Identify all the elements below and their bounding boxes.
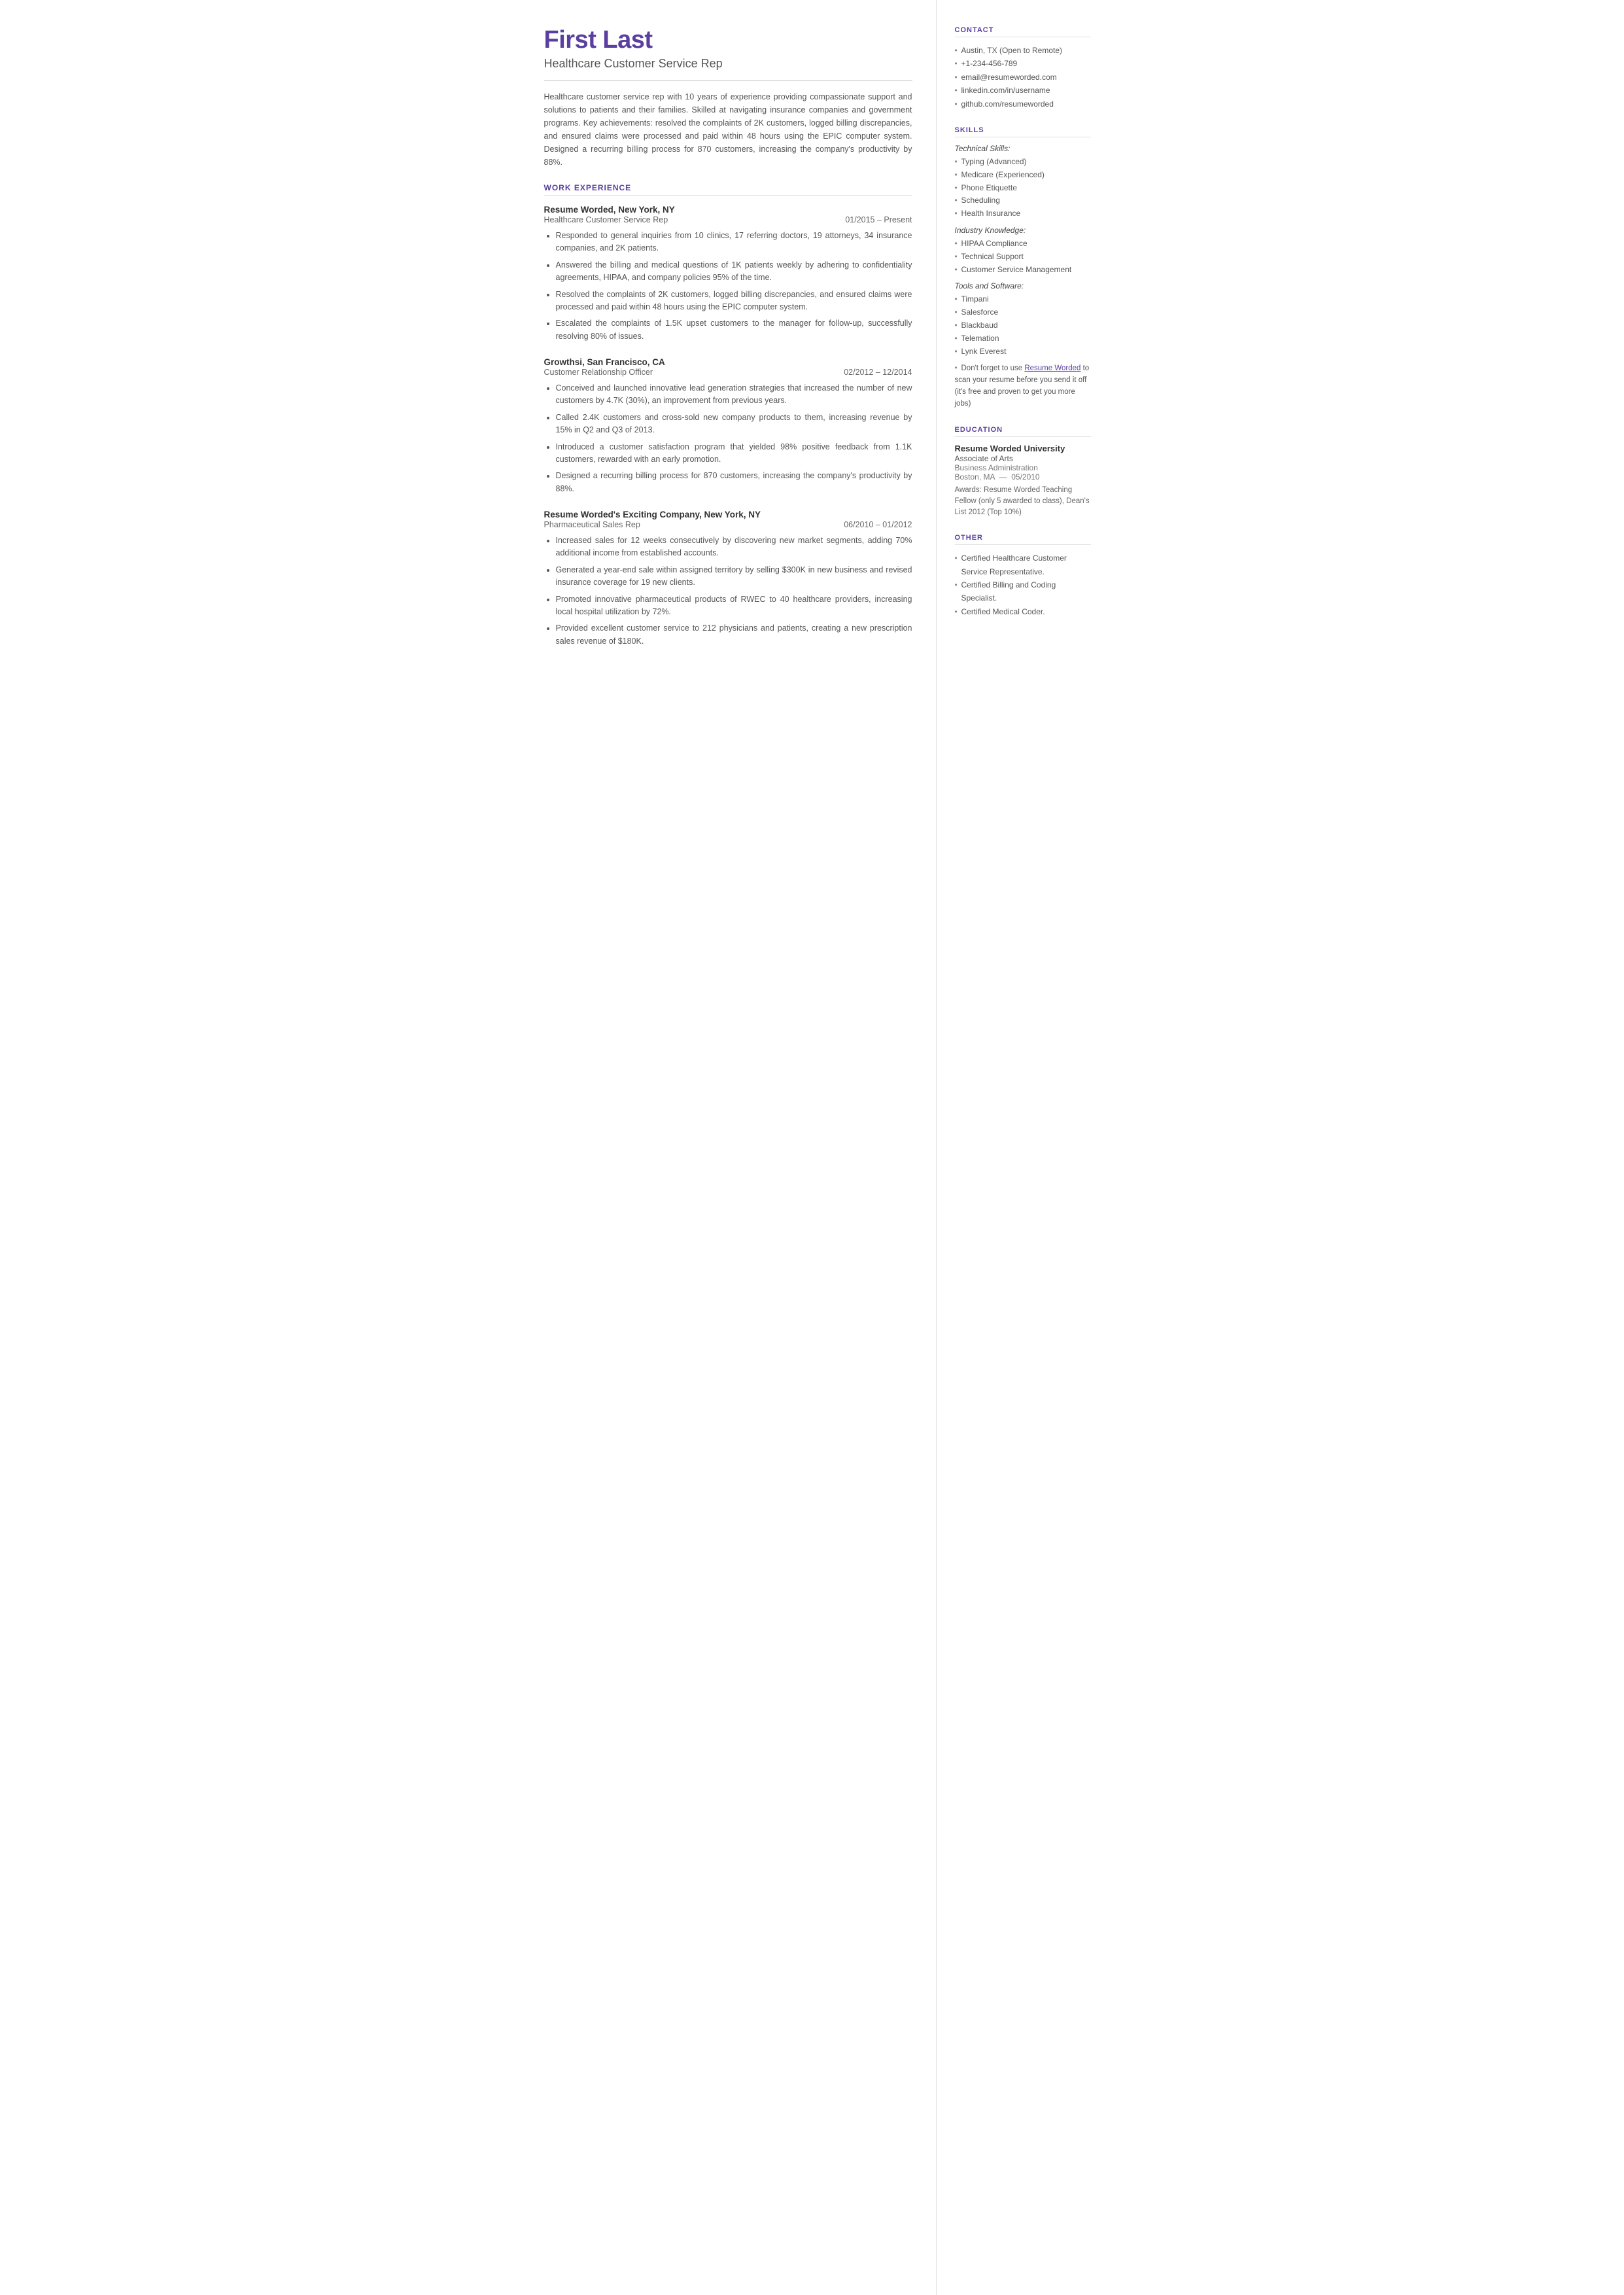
other-heading: OTHER [955,534,1091,545]
other-list: Certified Healthcare Customer Service Re… [955,552,1091,618]
job-dates-3: 06/2010 – 01/2012 [844,520,912,529]
job-block-1: Resume Worded, New York, NY Healthcare C… [544,205,912,343]
job-role-1: Healthcare Customer Service Rep [544,215,668,224]
bullet-1-2: Answered the billing and medical questio… [556,259,912,285]
industry-skill-0: HIPAA Compliance [955,237,1091,251]
edu-date: 05/2010 [1011,472,1039,482]
bullet-1-3: Resolved the complaints of 2K customers,… [556,289,912,314]
edu-degree: Associate of Arts [955,454,1091,463]
edu-block: Resume Worded University Associate of Ar… [955,444,1091,519]
edu-awards: Awards: Resume Worded Teaching Fellow (o… [955,485,1091,519]
tool-3: Telemation [955,332,1091,345]
job-company-3: Resume Worded's Exciting Company, New Yo… [544,510,912,519]
job-bullets-2: Conceived and launched innovative lead g… [544,382,912,495]
technical-skills-list: Typing (Advanced) Medicare (Experienced)… [955,156,1091,220]
tech-skill-3: Scheduling [955,194,1091,207]
job-block-2: Growthsi, San Francisco, CA Customer Rel… [544,357,912,495]
tech-skill-1: Medicare (Experienced) [955,169,1091,182]
job-header-1: Healthcare Customer Service Rep 01/2015 … [544,215,912,224]
tools-skills-list: Timpani Salesforce Blackbaud Telemation … [955,293,1091,358]
candidate-title: Healthcare Customer Service Rep [544,57,912,81]
candidate-name: First Last [544,26,912,54]
education-section: EDUCATION Resume Worded University Assoc… [955,426,1091,519]
bullet-1-1: Responded to general inquiries from 10 c… [556,230,912,255]
skills-section: SKILLS Technical Skills: Typing (Advance… [955,126,1091,410]
contact-item-3: linkedin.com/in/username [955,84,1091,97]
contact-item-1: +1-234-456-789 [955,57,1091,70]
resume-page: First Last Healthcare Customer Service R… [518,0,1107,2295]
tool-4: Lynk Everest [955,345,1091,359]
other-item-2: Certified Medical Coder. [955,605,1091,618]
job-header-3: Pharmaceutical Sales Rep 06/2010 – 01/20… [544,520,912,529]
job-company-1: Resume Worded, New York, NY [544,205,912,215]
industry-skills-label: Industry Knowledge: [955,226,1091,235]
tool-0: Timpani [955,293,1091,306]
job-header-2: Customer Relationship Officer 02/2012 – … [544,368,912,377]
contact-heading: CONTACT [955,26,1091,37]
bullet-3-3: Promoted innovative pharmaceutical produ… [556,593,912,619]
edu-school: Resume Worded University [955,444,1091,453]
technical-skills-label: Technical Skills: [955,144,1091,153]
bullet-promo: • Don't forget to use Resume Worded to s… [955,364,1090,407]
contact-section: CONTACT Austin, TX (Open to Remote) +1-2… [955,26,1091,111]
job-block-3: Resume Worded's Exciting Company, New Yo… [544,510,912,648]
work-experience-heading: WORK EXPERIENCE [544,183,912,196]
job-dates-2: 02/2012 – 12/2014 [844,368,912,377]
tech-skill-2: Phone Etiquette [955,182,1091,195]
promo-link[interactable]: Resume Worded [1024,364,1080,372]
bullet-2-3: Introduced a customer satisfaction progr… [556,441,912,466]
bullet-2-2: Called 2.4K customers and cross-sold new… [556,412,912,437]
contact-item-2: email@resumeworded.com [955,71,1091,84]
other-item-1: Certified Billing and Coding Specialist. [955,578,1091,605]
left-column: First Last Healthcare Customer Service R… [518,0,937,2295]
contact-item-0: Austin, TX (Open to Remote) [955,44,1091,57]
industry-skill-2: Customer Service Management [955,264,1091,277]
contact-item-4: github.com/resumeworded [955,97,1091,111]
education-heading: EDUCATION [955,426,1091,437]
skills-heading: SKILLS [955,126,1091,137]
tool-1: Salesforce [955,306,1091,319]
bullet-3-1: Increased sales for 12 weeks consecutive… [556,534,912,560]
summary-text: Healthcare customer service rep with 10 … [544,90,912,169]
bullet-2-1: Conceived and launched innovative lead g… [556,382,912,408]
contact-list: Austin, TX (Open to Remote) +1-234-456-7… [955,44,1091,111]
tools-skills-label: Tools and Software: [955,281,1091,290]
other-section: OTHER Certified Healthcare Customer Serv… [955,534,1091,618]
industry-skills-list: HIPAA Compliance Technical Support Custo… [955,237,1091,276]
edu-location-date: Boston, MA — 05/2010 [955,472,1091,482]
bullet-3-4: Provided excellent customer service to 2… [556,622,912,648]
job-company-2: Growthsi, San Francisco, CA [544,357,912,367]
bullet-1-4: Escalated the complaints of 1.5K upset c… [556,317,912,343]
job-dates-1: 01/2015 – Present [845,215,912,224]
other-item-0: Certified Healthcare Customer Service Re… [955,552,1091,578]
tool-2: Blackbaud [955,319,1091,332]
job-bullets-3: Increased sales for 12 weeks consecutive… [544,534,912,648]
edu-location: Boston, MA [955,472,995,482]
promo-text: • Don't forget to use Resume Worded to s… [955,363,1091,410]
industry-skill-1: Technical Support [955,251,1091,264]
job-bullets-1: Responded to general inquiries from 10 c… [544,230,912,343]
job-role-3: Pharmaceutical Sales Rep [544,520,640,529]
tech-skill-0: Typing (Advanced) [955,156,1091,169]
edu-field: Business Administration [955,463,1091,472]
job-role-2: Customer Relationship Officer [544,368,653,377]
bullet-3-2: Generated a year-end sale within assigne… [556,564,912,589]
tech-skill-4: Health Insurance [955,207,1091,220]
right-column: CONTACT Austin, TX (Open to Remote) +1-2… [937,0,1107,2295]
bullet-2-4: Designed a recurring billing process for… [556,470,912,495]
